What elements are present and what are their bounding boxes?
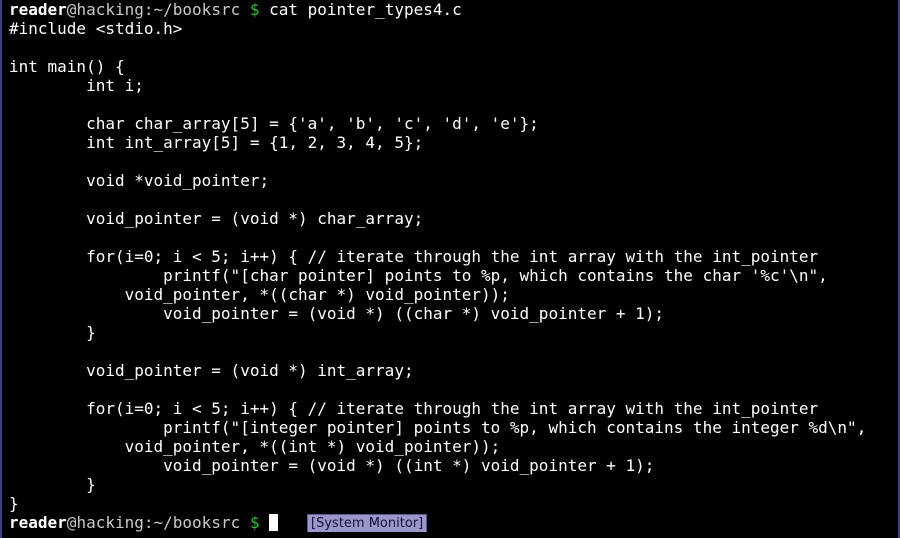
terminal-output: reader@hacking:~/booksrc $ cat pointer_t…	[9, 0, 898, 532]
code-line: void_pointer, *((int *) void_pointer));	[9, 437, 501, 456]
code-line: void *void_pointer;	[9, 171, 270, 190]
prompt-at: @	[66, 513, 77, 532]
terminal-window[interactable]: reader@hacking:~/booksrc $ cat pointer_t…	[0, 0, 900, 538]
prompt-user: reader	[9, 513, 67, 532]
code-line: void_pointer = (void *) char_array;	[9, 209, 424, 228]
code-line: void_pointer, *((char *) void_pointer));	[9, 285, 510, 304]
prompt-line-bottom[interactable]: reader@hacking:~/booksrc $ [System Monit…	[9, 513, 898, 532]
code-line: printf("[integer pointer] points to %p, …	[9, 418, 867, 437]
prompt-path: ~/booksrc	[153, 0, 241, 19]
code-line: char char_array[5] = {'a', 'b', 'c', 'd'…	[9, 114, 539, 133]
code-line: #include <stdio.h>	[9, 19, 183, 38]
code-line: int i;	[9, 76, 144, 95]
code-line: void_pointer = (void *) ((char *) void_p…	[9, 304, 665, 323]
prompt-colon: :	[143, 513, 154, 532]
prompt-colon: :	[143, 0, 154, 19]
code-line: void_pointer = (void *) ((int *) void_po…	[9, 456, 655, 475]
prompt-line-top: reader@hacking:~/booksrc $ cat pointer_t…	[9, 0, 898, 19]
code-line: }	[9, 494, 19, 513]
prompt-user: reader	[9, 0, 67, 19]
code-line: int int_array[5] = {1, 2, 3, 4, 5};	[9, 133, 424, 152]
text-cursor	[269, 514, 279, 531]
code-line: for(i=0; i < 5; i++) { // iterate throug…	[9, 247, 819, 266]
code-line: }	[9, 475, 96, 494]
prompt-dollar: $	[240, 513, 270, 532]
code-line: }	[9, 323, 96, 342]
code-line: int main() {	[9, 57, 125, 76]
prompt-path: ~/booksrc	[153, 513, 241, 532]
code-line: printf("[char pointer] points to %p, whi…	[9, 266, 828, 285]
code-line: void_pointer = (void *) int_array;	[9, 361, 414, 380]
prompt-at: @	[66, 0, 77, 19]
prompt-host: hacking	[76, 0, 144, 19]
command-text: cat pointer_types4.c	[269, 0, 462, 19]
system-monitor-tooltip: [System Monitor]	[307, 514, 428, 532]
code-line: for(i=0; i < 5; i++) { // iterate throug…	[9, 399, 819, 418]
prompt-host: hacking	[76, 513, 144, 532]
prompt-dollar: $	[240, 0, 270, 19]
